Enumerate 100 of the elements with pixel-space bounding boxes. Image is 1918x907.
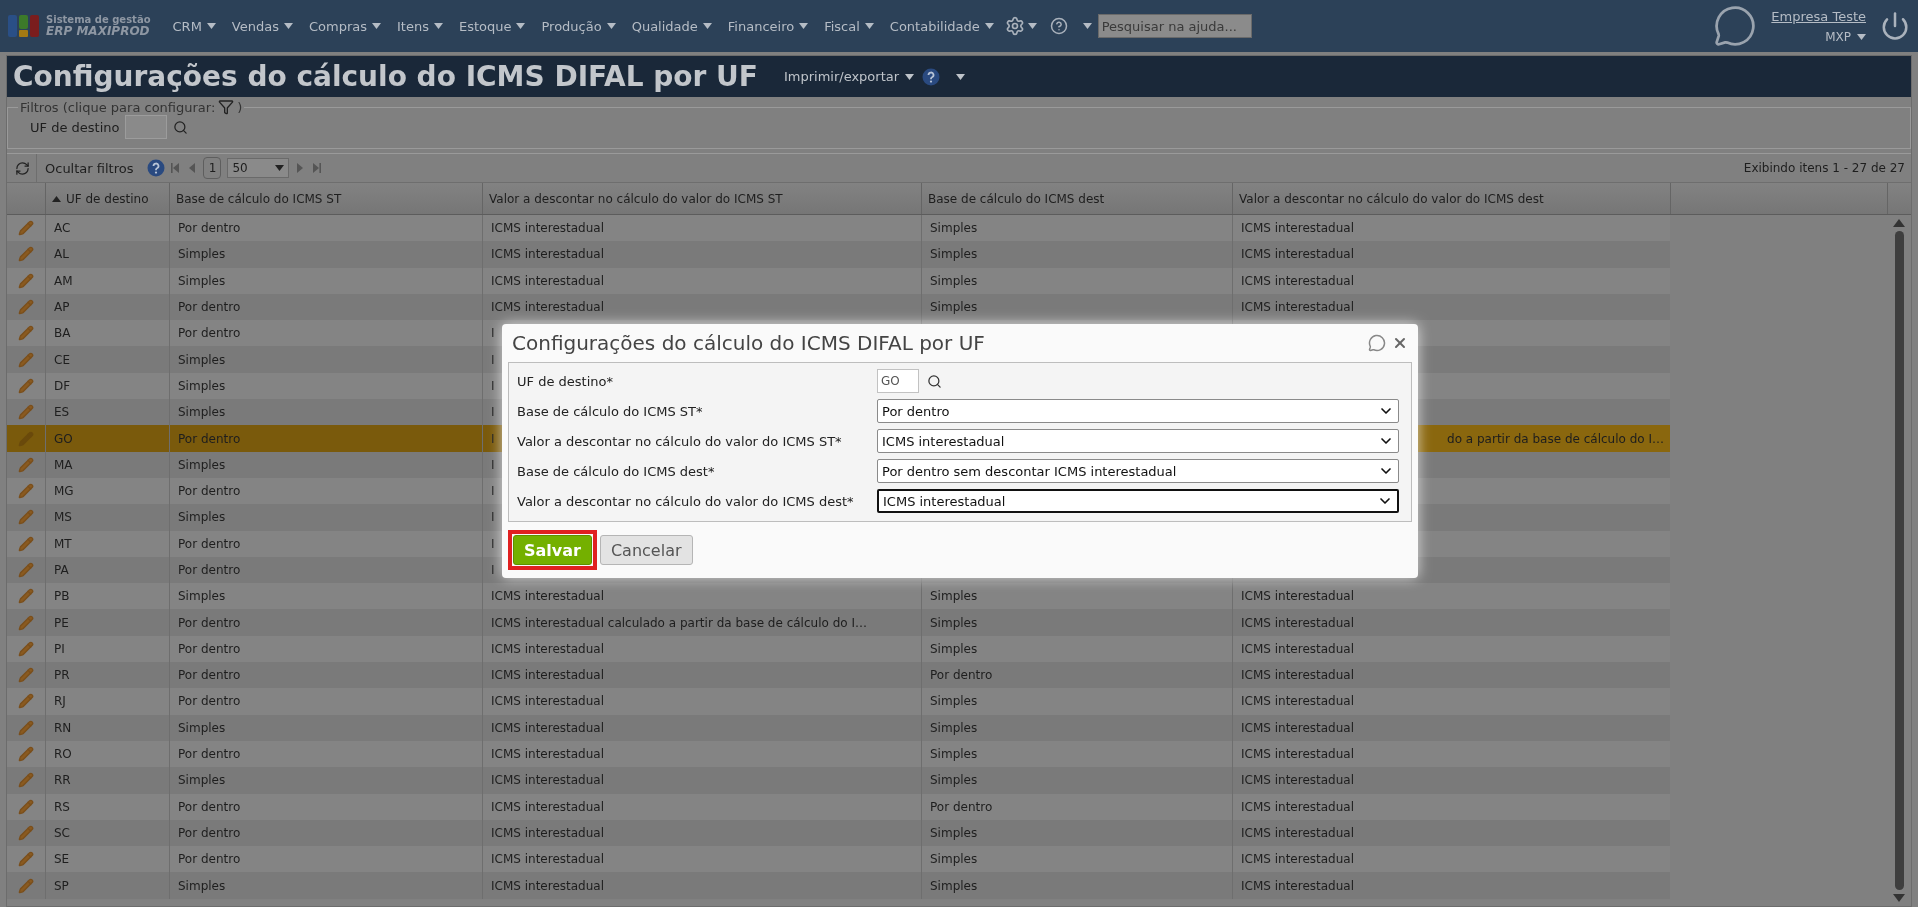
table-cell: Simples [178, 352, 226, 367]
table-cell: Por dentro [178, 668, 241, 683]
filters-legend-end: ) [237, 99, 243, 115]
table-cell: ICMS interestadual [1241, 694, 1354, 709]
table-cell: ICMS interestadual [491, 773, 604, 788]
filters-legend: Filtros (clique para configurar: [20, 99, 216, 115]
table-cell: MG [54, 484, 74, 499]
table-cell: CE [54, 352, 70, 367]
dialog-title: Configurações do cálculo do ICMS DIFAL por UF [512, 331, 985, 355]
table-cell: I [491, 510, 495, 525]
table-cell: ICMS interestadual [491, 694, 604, 709]
table-cell: DF [54, 378, 71, 393]
table-cell: SE [54, 852, 70, 867]
table-cell: Simples [930, 615, 978, 630]
table-cell: ICMS interestadual [491, 799, 604, 814]
table-cell: SP [54, 878, 69, 893]
table-cell: Simples [930, 221, 978, 236]
table-cell: Simples [178, 510, 226, 525]
table-cell: ICMS interestadual [1241, 668, 1354, 683]
table-cell: Por dentro [178, 852, 241, 867]
table-cell: Por dentro [178, 694, 241, 709]
table-cell: ICMS interestadual [491, 247, 604, 262]
table-cell: Simples [930, 247, 978, 262]
table-cell: RO [54, 747, 72, 762]
filter-label: UF de destino [30, 119, 120, 135]
table-cell: RJ [54, 694, 66, 709]
table-cell: Por dentro [178, 641, 241, 656]
table-cell: Simples [178, 378, 226, 393]
table-cell: ICMS interestadual [1241, 247, 1354, 262]
table-cell: Simples [178, 457, 226, 472]
table-cell: ICMS interestadual [491, 852, 604, 867]
table-cell: PB [54, 589, 70, 604]
table-cell: ICMS interestadual [1241, 878, 1354, 893]
table-cell: I [491, 431, 495, 446]
table-cell: Por dentro [178, 221, 241, 236]
table-cell: AL [54, 247, 69, 262]
logo-tagline: Sistema de gestão [46, 13, 151, 25]
field-label: Valor a descontar no cálculo do valor do ICMS ST* [517, 433, 843, 449]
table-cell: ICMS interestadual [491, 747, 604, 762]
items-summary: Exibindo itens 1 - 27 de 27 [1743, 161, 1905, 175]
table-cell: I [491, 484, 495, 499]
table-cell: Por dentro [178, 536, 241, 551]
table-cell: I [491, 536, 495, 551]
table-cell: ICMS interestadual [491, 589, 604, 604]
field-label: Base de cálculo do ICMS dest* [517, 463, 716, 479]
table-cell: AP [54, 300, 70, 315]
table-cell: PI [54, 641, 65, 656]
table-cell: Simples [930, 694, 978, 709]
table-cell: ICMS interestadual [491, 878, 604, 893]
table-cell: Simples [930, 300, 978, 315]
table-cell: ICMS interestadual [1241, 221, 1354, 236]
table-cell: MA [54, 457, 73, 472]
table-cell: Simples [930, 773, 978, 788]
table-cell: Por dentro [930, 668, 993, 683]
table-cell: AM [54, 273, 73, 288]
table-cell: Simples [930, 720, 978, 735]
table-cell: SC [54, 825, 70, 840]
table-cell: Simples [178, 405, 226, 420]
table-cell: AC [54, 221, 71, 236]
table-cell: ICMS interestadual [491, 221, 604, 236]
table-cell: I [491, 326, 495, 341]
table-cell: Por dentro [178, 747, 241, 762]
table-cell: ICMS interestadual [491, 273, 604, 288]
table-cell: ICMS interestadual [1241, 825, 1354, 840]
table-cell: ICMS interestadual [1241, 273, 1354, 288]
field-label: Base de cálculo do ICMS ST* [517, 403, 704, 419]
table-cell: ICMS interestadual [491, 300, 604, 315]
table-cell: PE [54, 615, 69, 630]
table-cell: Por dentro [178, 431, 241, 446]
table-cell: ICMS interestadual [1241, 720, 1354, 735]
table-cell: ICMS interestadual [1241, 773, 1354, 788]
table-cell: I [491, 563, 495, 577]
table-cell: do a partir da base de cálculo do I… [1447, 431, 1664, 446]
table-cell: I [491, 352, 495, 367]
table-cell: MT [54, 536, 72, 551]
table-cell: ICMS interestadual [1241, 641, 1354, 656]
table-cell: RS [54, 799, 70, 814]
table-cell: Simples [930, 825, 978, 840]
table-cell: ICMS interestadual [491, 720, 604, 735]
table-cell: I [491, 405, 495, 420]
table-cell: Simples [930, 273, 978, 288]
table-cell: Simples [930, 589, 978, 604]
field-label: Valor a descontar no cálculo do valor do ICMS dest* [517, 493, 855, 509]
table-cell: Por dentro [178, 615, 241, 630]
table-cell: Simples [178, 720, 226, 735]
table-cell: I [491, 457, 495, 472]
table-cell: Simples [178, 773, 226, 788]
table-cell: ICMS interestadual [491, 641, 604, 656]
table-cell: Por dentro [178, 799, 241, 814]
table-cell: ICMS interestadual [1241, 852, 1354, 867]
table-cell: BA [54, 326, 71, 341]
table-cell: ICMS interestadual [1241, 747, 1354, 762]
table-cell: ICMS interestadual [491, 825, 604, 840]
table-cell: Por dentro [178, 825, 241, 840]
table-cell: PA [54, 563, 69, 577]
table-cell: Simples [930, 747, 978, 762]
table-cell: Por dentro [178, 326, 241, 341]
field-label: UF de destino* [517, 373, 614, 389]
table-cell: ICMS interestadual [1241, 615, 1354, 630]
table-cell: Simples [930, 878, 978, 893]
